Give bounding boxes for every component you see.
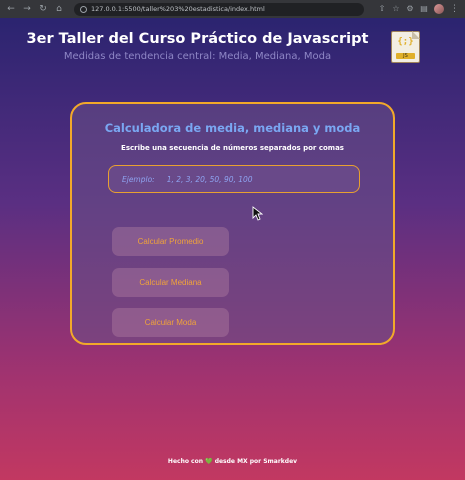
javascript-file-icon: {;} JS — [391, 31, 420, 63]
input-placeholder-label: Ejemplo: — [122, 174, 155, 184]
calculator-card: Calculadora de media, mediana y moda Esc… — [70, 102, 395, 345]
numbers-input[interactable]: Ejemplo: 1, 2, 3, 20, 50, 90, 100 — [108, 165, 360, 193]
share-icon[interactable]: ⇧ — [378, 5, 386, 13]
logo-js-tag: JS — [396, 53, 415, 59]
calculator-instructions: Escribe una secuencia de números separad… — [121, 144, 344, 152]
bookmark-star-icon[interactable]: ☆ — [392, 5, 400, 13]
address-bar[interactable]: 127.0.0.1:5500/taller%203%20estadistica/… — [74, 2, 364, 16]
calcular-moda-button[interactable]: Calcular Moda — [112, 308, 229, 337]
calcular-mediana-button[interactable]: Calcular Mediana — [112, 268, 229, 297]
url-text[interactable]: 127.0.0.1:5500/taller%203%20estadistica/… — [91, 5, 265, 13]
footer-credit: Hecho con 💚 desde MX por Smarkdev — [0, 458, 465, 465]
mouse-pointer-icon — [252, 206, 263, 221]
calculator-title: Calculadora de media, mediana y moda — [104, 121, 361, 135]
back-icon[interactable]: ← — [6, 4, 16, 14]
site-info-icon[interactable] — [80, 5, 87, 13]
page-content: 3er Taller del Curso Práctico de Javascr… — [0, 18, 465, 480]
sidebar-icon[interactable]: ▤ — [420, 5, 428, 13]
kebab-menu-icon[interactable]: ⋮ — [450, 4, 459, 14]
profile-avatar[interactable] — [434, 4, 444, 14]
calcular-promedio-button[interactable]: Calcular Promedio — [112, 227, 229, 256]
forward-icon[interactable]: → — [22, 4, 32, 14]
page-title: 3er Taller del Curso Práctico de Javascr… — [26, 31, 369, 47]
green-heart-icon: 💚 — [205, 458, 213, 465]
footer-text-before: Hecho con — [167, 458, 204, 465]
extensions-icon[interactable]: ⚙ — [406, 5, 414, 13]
input-placeholder-value: 1, 2, 3, 20, 50, 90, 100 — [166, 174, 253, 184]
browser-toolbar: ← → ↻ ⌂ 127.0.0.1:5500/taller%203%20esta… — [0, 0, 465, 18]
logo-braces: {;} — [397, 37, 414, 47]
page-subtitle: Medidas de tendencia central: Media, Med… — [63, 51, 332, 62]
reload-icon[interactable]: ↻ — [38, 4, 48, 14]
home-icon[interactable]: ⌂ — [54, 4, 64, 14]
footer-text-after: desde MX por Smarkdev — [214, 458, 298, 465]
